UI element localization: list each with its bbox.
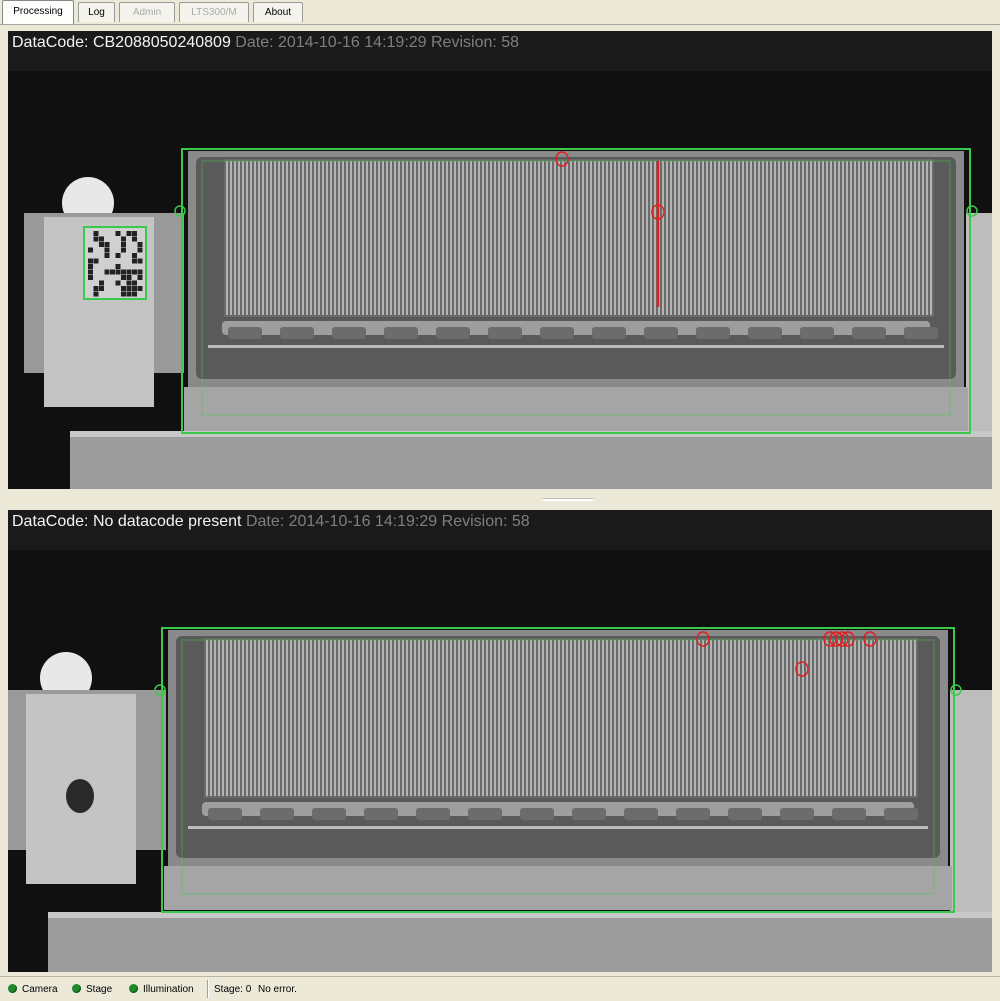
status-divider	[207, 980, 209, 998]
camera-indicator-label: Camera	[22, 984, 58, 995]
tab-log[interactable]: Log	[78, 2, 115, 22]
tab-bar: Processing Log Admin LTS300/M About	[0, 0, 1000, 25]
camera-image-bottom	[8, 510, 992, 972]
date-revision-label-bottom: Date: 2014-10-16 14:19:29 Revision: 58	[245, 513, 530, 530]
illumination-indicator: Illumination	[129, 983, 194, 997]
stage-indicator-label: Stage	[86, 984, 113, 995]
camera-image-top	[8, 31, 992, 489]
datacode-label-bottom: DataCode: No datacode present	[12, 513, 242, 530]
tab-processing[interactable]: Processing	[2, 0, 74, 24]
inspection-image-bottom[interactable]: DataCode: No datacode present Date: 2014…	[8, 510, 992, 972]
stage-position-text: Stage: 0	[214, 984, 252, 995]
camera-status-dot-icon	[8, 984, 17, 993]
tab-lts300m[interactable]: LTS300/M	[179, 2, 249, 22]
status-bar: Camera Stage Illumination Stage: 0 No er…	[0, 976, 1000, 1001]
illumination-status-dot-icon	[129, 984, 138, 993]
camera-indicator: Camera	[8, 983, 58, 997]
tab-about[interactable]: About	[253, 2, 303, 22]
panel-splitter[interactable]	[8, 490, 992, 508]
illumination-indicator-label: Illumination	[143, 984, 194, 995]
datacode-label-top: DataCode: CB2088050240809	[12, 34, 231, 51]
inspection-image-top[interactable]: DataCode: CB2088050240809 Date: 2014-10-…	[8, 31, 992, 489]
image-header-top: DataCode: CB2088050240809 Date: 2014-10-…	[12, 34, 519, 52]
stage-indicator: Stage	[72, 983, 112, 997]
tab-admin[interactable]: Admin	[119, 2, 175, 22]
image-header-bottom: DataCode: No datacode present Date: 2014…	[12, 513, 530, 531]
date-revision-label-top: Date: 2014-10-16 14:19:29 Revision: 58	[235, 34, 520, 51]
status-message: No error.	[258, 984, 297, 995]
stage-status-dot-icon	[72, 984, 81, 993]
splitter-grip-icon[interactable]	[543, 498, 593, 501]
